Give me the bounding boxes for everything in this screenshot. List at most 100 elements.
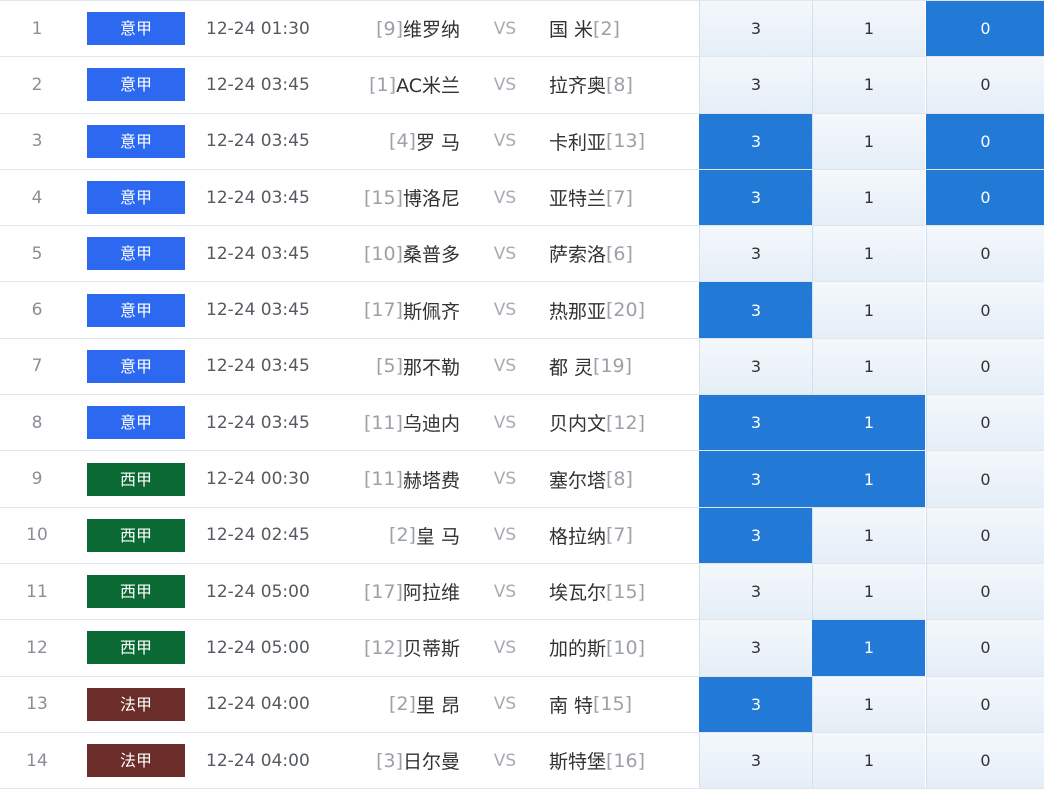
odds-win-button[interactable]: 3 [699, 226, 812, 282]
match-number: 12 [26, 637, 48, 658]
odds-lose-button[interactable]: 0 [926, 113, 1044, 169]
home-team-name: 罗 马 [415, 131, 460, 154]
away-team-name: 亚特兰 [549, 188, 607, 211]
home-team: [9] 维罗纳 [350, 1, 460, 56]
odds-win-button[interactable]: 3 [699, 338, 812, 395]
match-time: 12-24 03:45 [206, 412, 310, 433]
away-team: 南 特 [15] [549, 677, 689, 732]
home-rank: [17] [363, 580, 403, 603]
odds-win-button[interactable]: 3 [699, 732, 812, 789]
odds-draw-button[interactable]: 1 [812, 507, 925, 563]
away-team: 贝内文 [12] [549, 395, 689, 450]
league-cell: 意甲 [87, 170, 185, 225]
odds-win-button[interactable]: 3 [699, 395, 812, 451]
league-cell: 意甲 [87, 114, 185, 169]
odds-draw-button[interactable]: 1 [812, 57, 925, 113]
odds-lose-button[interactable]: 0 [926, 57, 1044, 113]
odds-win-button[interactable]: 3 [699, 451, 812, 507]
away-rank: [7] [606, 524, 633, 547]
away-rank: [8] [606, 468, 633, 491]
home-rank: [17] [363, 299, 403, 322]
away-team-name: 加的斯 [549, 638, 607, 661]
odds-win-button[interactable]: 3 [699, 113, 812, 169]
odds-lose-button[interactable]: 0 [926, 732, 1044, 789]
odds-draw-button[interactable]: 1 [812, 226, 925, 282]
odds-lose-button[interactable]: 0 [926, 676, 1044, 732]
odds-draw-button[interactable]: 1 [812, 732, 925, 789]
odds-draw-button[interactable]: 1 [812, 620, 925, 676]
home-rank: [10] [363, 242, 403, 265]
odds-lose-button[interactable]: 0 [926, 395, 1044, 451]
match-row: 2 意甲 12-24 03:45 [1] AC米兰 VS 拉齐奥 [8] 3 1… [0, 57, 1044, 114]
odds-lose-button[interactable]: 0 [926, 620, 1044, 676]
match-number: 6 [31, 300, 43, 321]
home-rank: [11] [363, 411, 403, 434]
match-time: 12-24 01:30 [206, 18, 310, 39]
odds-draw-button[interactable]: 1 [812, 1, 925, 57]
away-rank: [15] [606, 580, 646, 603]
vs-label: VS [493, 694, 517, 715]
away-rank: [20] [606, 299, 646, 322]
away-team: 拉齐奥 [8] [549, 57, 689, 112]
home-team: [3] 日尔曼 [350, 733, 460, 788]
home-rank: [12] [363, 636, 403, 659]
match-row: 10 西甲 12-24 02:45 [2] 皇 马 VS 格拉纳 [7] 3 1… [0, 507, 1044, 564]
odds-lose-button[interactable]: 0 [926, 338, 1044, 395]
home-team-name: 皇 马 [415, 525, 460, 548]
match-number: 13 [26, 694, 48, 715]
odds-lose-button[interactable]: 0 [926, 169, 1044, 226]
odds-win-button[interactable]: 3 [699, 282, 812, 338]
match-row: 13 法甲 12-24 04:00 [2] 里 昂 VS 南 特 [15] 3 … [0, 676, 1044, 733]
vs-label: VS [493, 356, 517, 377]
odds-draw-button[interactable]: 1 [812, 113, 925, 169]
vs-label: VS [493, 187, 517, 208]
match-row: 14 法甲 12-24 04:00 [3] 日尔曼 VS 斯特堡 [16] 3 … [0, 732, 1044, 790]
odds-lose-button[interactable]: 0 [926, 282, 1044, 338]
match-time: 12-24 04:00 [206, 694, 310, 715]
odds-win-button[interactable]: 3 [699, 676, 812, 732]
odds-lose-button[interactable]: 0 [926, 507, 1044, 563]
home-rank: [2] [389, 524, 416, 547]
away-rank: [13] [606, 130, 646, 153]
odds-lose-button[interactable]: 0 [926, 226, 1044, 282]
league-badge: 意甲 [87, 68, 185, 102]
match-time: 12-24 03:45 [206, 187, 310, 208]
odds-win-button[interactable]: 3 [699, 57, 812, 113]
away-team-name: 国 米 [549, 19, 594, 42]
match-time: 12-24 05:00 [206, 637, 310, 658]
home-team-name: 博洛尼 [402, 188, 460, 211]
league-badge: 意甲 [87, 349, 185, 383]
league-cell: 意甲 [87, 1, 185, 56]
odds-draw-button[interactable]: 1 [812, 169, 925, 226]
away-team-name: 格拉纳 [549, 525, 607, 548]
match-row: 6 意甲 12-24 03:45 [17] 斯佩齐 VS 热那亚 [20] 3 … [0, 282, 1044, 339]
home-team: [15] 博洛尼 [350, 170, 460, 225]
odds-draw-button[interactable]: 1 [812, 395, 925, 451]
odds-draw-button[interactable]: 1 [812, 563, 925, 620]
away-team-name: 热那亚 [549, 300, 607, 323]
odds-win-button[interactable]: 3 [699, 620, 812, 676]
odds-draw-button[interactable]: 1 [812, 282, 925, 338]
odds-win-button[interactable]: 3 [699, 563, 812, 620]
match-time: 12-24 05:00 [206, 581, 310, 602]
match-row: 12 西甲 12-24 05:00 [12] 贝蒂斯 VS 加的斯 [10] 3… [0, 620, 1044, 677]
match-number: 4 [31, 187, 43, 208]
league-cell: 意甲 [87, 395, 185, 450]
odds-win-button[interactable]: 3 [699, 1, 812, 57]
odds-win-button[interactable]: 3 [699, 507, 812, 563]
league-cell: 西甲 [87, 451, 185, 506]
away-team: 国 米 [2] [549, 1, 689, 56]
odds-draw-button[interactable]: 1 [812, 451, 925, 507]
away-rank: [8] [606, 73, 633, 96]
match-row: 1 意甲 12-24 01:30 [9] 维罗纳 VS 国 米 [2] 3 1 … [0, 1, 1044, 58]
odds-lose-button[interactable]: 0 [926, 563, 1044, 620]
home-team-name: 日尔曼 [402, 751, 460, 773]
league-cell: 意甲 [87, 57, 185, 112]
odds-draw-button[interactable]: 1 [812, 338, 925, 395]
odds-lose-button[interactable]: 0 [926, 451, 1044, 507]
home-rank: [9] [376, 17, 403, 40]
odds-win-button[interactable]: 3 [699, 169, 812, 226]
odds-draw-button[interactable]: 1 [812, 676, 925, 732]
odds-lose-button[interactable]: 0 [926, 1, 1044, 57]
home-team-name: 贝蒂斯 [402, 638, 460, 661]
